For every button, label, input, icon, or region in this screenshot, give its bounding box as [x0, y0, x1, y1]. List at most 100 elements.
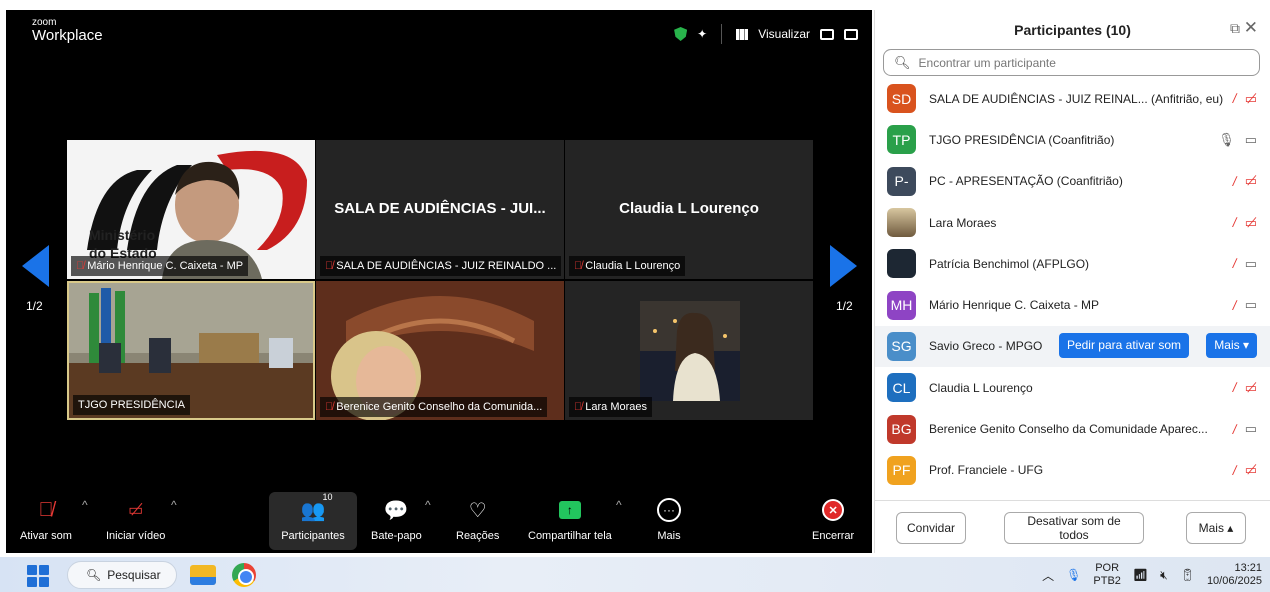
participant-row[interactable]: SD SALA DE AUDIÊNCIAS - JUIZ REINAL... (… [875, 78, 1270, 119]
mic-muted-icon: 🎙̸ [574, 260, 583, 272]
mic-muted-icon: 🎙̸ [574, 401, 583, 413]
mic-muted-icon[interactable]: 🎙̸ [1225, 463, 1235, 478]
video-off-icon[interactable]: ▭̸ [1245, 215, 1257, 231]
participant-row[interactable]: P- PC - APRESENTAÇÃO (Coanfitrião) 🎙̸ ▭̸ [875, 161, 1270, 202]
mic-muted-icon[interactable]: 🎙̸ [1225, 91, 1235, 106]
video-options-caret-icon[interactable]: ^ [171, 498, 177, 512]
encryption-shield-icon[interactable] [674, 27, 688, 41]
tile-name-text: Berenice Genito Conselho da Comunida... [336, 401, 543, 413]
participant-name: SALA DE AUDIÊNCIAS - JUIZ REINAL... (Anf… [929, 91, 1224, 106]
view-button[interactable]: Visualizar [758, 27, 810, 41]
taskbar-search-label: Pesquisar [107, 568, 161, 582]
more-button[interactable]: ··· Mais [657, 494, 681, 542]
video-icon[interactable]: ▭ [1245, 297, 1257, 313]
mic-muted-icon[interactable]: 🎙̸ [1225, 422, 1235, 437]
video-off-icon[interactable]: ▭̸ [1245, 380, 1257, 396]
video-off-icon[interactable]: ▭̸ [1245, 462, 1257, 478]
mic-muted-icon[interactable]: 🎙̸ [1225, 298, 1235, 313]
share-screen-label: Compartilhar tela [528, 530, 612, 542]
mic-muted-icon[interactable]: 🎙̸ [1225, 256, 1235, 271]
unmute-button[interactable]: 🎙̸ Ativar som [20, 494, 72, 543]
windows-start-icon[interactable] [27, 565, 49, 587]
participant-row[interactable]: Lara Moraes 🎙̸ ▭̸ [875, 202, 1270, 243]
video-tile[interactable]: SALA DE AUDIÊNCIAS - JUI... 🎙̸ SALA DE AU… [316, 140, 564, 279]
chat-options-caret-icon[interactable]: ^ [425, 498, 431, 512]
minimize-video-icon[interactable] [820, 28, 834, 40]
clock-time: 13:21 [1234, 561, 1262, 574]
video-off-icon[interactable]: ▭̸ [1245, 91, 1257, 107]
avatar: TP [887, 125, 916, 155]
start-video-button[interactable]: ▭̸ Iniciar vídeo [106, 494, 165, 542]
panel-footer: Convidar Desativar som de todos Mais ▴ [875, 500, 1270, 553]
video-tile[interactable]: 🎙̸ Lara Moraes [565, 281, 813, 420]
participant-name: Patrícia Benchimol (AFPLGO) [929, 256, 1090, 271]
participant-more-button[interactable]: Mais ▾ [1206, 332, 1257, 358]
battery-icon[interactable]: 🔋︎ [1180, 568, 1195, 582]
share-screen-button[interactable]: ↑ Compartilhar tela [528, 494, 612, 542]
avatar: P- [887, 166, 916, 196]
chrome-icon[interactable] [232, 563, 256, 587]
video-icon[interactable]: ▭ [1245, 421, 1257, 437]
participant-row[interactable]: BG Berenice Genito Conselho da Comunidad… [875, 408, 1270, 449]
microphone-icon[interactable]: 🎙︎ [1066, 568, 1081, 582]
volume-muted-icon[interactable]: 🔇︎ [1160, 568, 1168, 583]
participants-button[interactable]: 👥 10 Participantes [269, 492, 357, 550]
previous-page-arrow-icon[interactable] [22, 245, 49, 287]
mic-muted-icon[interactable]: 🎙̸ [1225, 174, 1235, 189]
avatar-photo [887, 208, 916, 238]
avatar: MH [887, 290, 916, 320]
panel-title: Participantes (10) [1014, 22, 1131, 38]
video-off-icon[interactable]: ▭̸ [1245, 173, 1257, 189]
ai-sparkle-icon[interactable]: ✦ [697, 27, 707, 41]
video-tile-active-speaker[interactable]: TJGO PRESIDÊNCIA [67, 281, 315, 420]
clock[interactable]: 13:21 10/06/2025 [1207, 562, 1262, 588]
participant-row[interactable]: CL Claudia L Lourenço 🎙̸ ▭̸ [875, 367, 1270, 408]
mic-muted-icon[interactable]: 🎙̸ [1225, 380, 1235, 395]
tile-name-text: Claudia L Lourenço [585, 260, 681, 272]
mic-muted-icon: 🎙̸ [76, 260, 85, 272]
mic-muted-icon[interactable]: 🎙̸ [1225, 215, 1235, 230]
end-meeting-button[interactable]: Encerrar [812, 494, 854, 542]
language-indicator[interactable]: POR PTB2 [1093, 562, 1121, 587]
participant-row-hovered[interactable]: SG Savio Greco - MPGO Pedir para ativar … [875, 325, 1270, 368]
participant-search[interactable]: 🔍︎ [883, 49, 1260, 76]
mic-muted-icon: 🎙̸ [325, 401, 334, 413]
wifi-icon[interactable]: 📶︎ [1133, 568, 1148, 582]
participant-row[interactable]: PF Prof. Franciele - UFG 🎙̸ ▭̸ [875, 450, 1270, 491]
video-icon[interactable]: ▭ [1245, 256, 1257, 272]
avatar: SG [887, 331, 916, 361]
start-video-label: Iniciar vídeo [106, 530, 166, 542]
participant-row[interactable]: Patrícia Benchimol (AFPLGO) 🎙̸ ▭ [875, 243, 1270, 284]
mute-all-button[interactable]: Desativar som de todos [1004, 512, 1144, 544]
tile-name-label: 🎙̸ SALA DE AUDIÊNCIAS - JUIZ REINALDO ... [320, 256, 562, 276]
video-tile[interactable]: Ministério do Estado 🎙̸ Mário Henrique C.… [67, 140, 315, 279]
next-page-arrow-icon[interactable] [830, 245, 857, 287]
file-explorer-icon[interactable] [190, 565, 216, 585]
video-tile[interactable]: 🎙̸ Berenice Genito Conselho da Comunida..… [316, 281, 564, 420]
ask-to-unmute-button[interactable]: Pedir para ativar som [1058, 332, 1189, 358]
participant-name: TJGO PRESIDÊNCIA (Coanfitrião) [929, 132, 1115, 147]
chat-button[interactable]: 💬 Bate-papo [371, 494, 422, 543]
pop-out-icon[interactable]: ⧉ [1230, 20, 1240, 37]
participant-row[interactable]: MH Mário Henrique C. Caixeta - MP 🎙̸ ▭ [875, 284, 1270, 325]
invite-button[interactable]: Convidar [896, 512, 967, 544]
page-indicator-right: 1/2 [836, 299, 853, 313]
video-icon[interactable]: ▭ [1245, 132, 1257, 148]
unmute-label: Ativar som [20, 530, 72, 542]
search-input[interactable] [918, 55, 1239, 70]
participant-row[interactable]: TP TJGO PRESIDÊNCIA (Coanfitrião) 🎙︎ ▭ [875, 119, 1270, 160]
fullscreen-icon[interactable] [844, 28, 858, 40]
mic-icon[interactable]: 🎙︎ [1218, 132, 1235, 148]
logo-big: Workplace [32, 27, 103, 44]
grid-view-icon [736, 28, 749, 40]
tile-name-label: 🎙̸ Mário Henrique C. Caixeta - MP [71, 256, 249, 276]
audio-options-caret-icon[interactable]: ^ [82, 498, 88, 512]
close-icon[interactable]: ✕ [1244, 18, 1258, 38]
participant-name: Berenice Genito Conselho da Comunidade A… [929, 422, 1208, 437]
share-options-caret-icon[interactable]: ^ [616, 498, 622, 512]
chevron-up-icon[interactable]: ︿ [1042, 567, 1054, 584]
video-tile[interactable]: Claudia L Lourenço 🎙̸ Claudia L Lourenço [565, 140, 813, 279]
panel-more-button[interactable]: Mais ▴ [1186, 512, 1246, 544]
taskbar-search[interactable]: 🔍︎ Pesquisar [67, 561, 177, 589]
reactions-button[interactable]: ♡ Reações [456, 494, 499, 543]
